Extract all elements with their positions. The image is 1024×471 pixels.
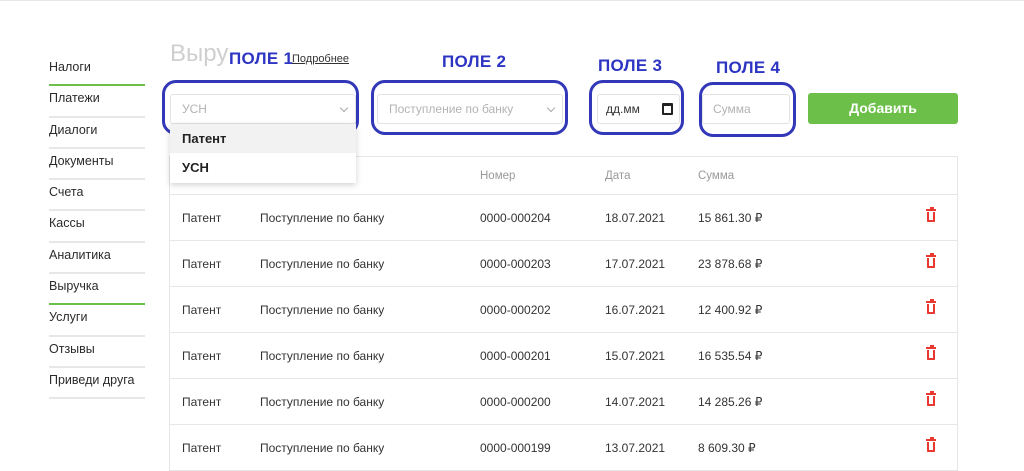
sidebar-item-cashboxes[interactable]: Кассы bbox=[49, 211, 145, 243]
tax-type-dropdown: Патент УСН bbox=[170, 124, 356, 183]
field-4-outline bbox=[699, 82, 796, 137]
cell-operation: Поступление по банку bbox=[260, 257, 385, 271]
revenue-table: Номер Дата Сумма Патент Поступление по б… bbox=[169, 156, 958, 471]
field-3-outline bbox=[589, 80, 684, 135]
dropdown-option-patent[interactable]: Патент bbox=[170, 124, 356, 153]
header-number: Номер bbox=[480, 170, 516, 182]
cell-tax: Патент bbox=[182, 257, 222, 271]
cell-date: 17.07.2021 bbox=[605, 257, 666, 271]
cell-number: 0000-000200 bbox=[480, 395, 551, 409]
top-divider bbox=[0, 0, 1024, 1]
cell-sum: 14 285.26 ₽ bbox=[698, 395, 763, 409]
sidebar-item-payments[interactable]: Платежи bbox=[49, 86, 145, 118]
sidebar-item-dialogs[interactable]: Диалоги bbox=[49, 118, 145, 149]
cell-sum: 16 535.54 ₽ bbox=[698, 349, 763, 363]
cell-date: 14.07.2021 bbox=[605, 395, 666, 409]
sidebar-item-taxes[interactable]: Налоги bbox=[49, 55, 145, 87]
cell-date: 13.07.2021 bbox=[605, 441, 666, 455]
field-3-label: ПОЛЕ 3 bbox=[598, 56, 663, 75]
table-row[interactable]: Патент Поступление по банку 0000-000199 … bbox=[170, 425, 957, 471]
cell-sum: 23 878.68 ₽ bbox=[698, 257, 763, 271]
field-2-label: ПОЛЕ 2 bbox=[442, 52, 507, 71]
cell-sum: 15 861.30 ₽ bbox=[698, 211, 763, 225]
trash-icon[interactable] bbox=[926, 207, 936, 222]
sidebar-item-refer-friend[interactable]: Приведи друга bbox=[49, 368, 145, 400]
cell-date: 15.07.2021 bbox=[605, 349, 666, 363]
sidebar-item-analytics[interactable]: Аналитика bbox=[49, 243, 145, 275]
sidebar-item-documents[interactable]: Документы bbox=[49, 149, 145, 181]
cell-operation: Поступление по банку bbox=[260, 303, 385, 317]
table-row[interactable]: Патент Поступление по банку 0000-000202 … bbox=[170, 287, 957, 333]
cell-tax: Патент bbox=[182, 395, 222, 409]
table-row[interactable]: Патент Поступление по банку 0000-000201 … bbox=[170, 333, 957, 379]
field-1-label: ПОЛЕ 1 bbox=[229, 49, 294, 68]
table-row[interactable]: Патент Поступление по банку 0000-000200 … bbox=[170, 379, 957, 425]
page-title: Выру bbox=[170, 40, 229, 67]
cell-date: 16.07.2021 bbox=[605, 303, 666, 317]
cell-tax: Патент bbox=[182, 303, 222, 317]
sidebar-item-revenue[interactable]: Выручка bbox=[49, 274, 145, 306]
cell-number: 0000-000204 bbox=[480, 211, 551, 225]
header-date: Дата bbox=[605, 170, 631, 182]
sidebar-item-accounts[interactable]: Счета bbox=[49, 180, 145, 212]
header-sum: Сумма bbox=[698, 170, 735, 182]
cell-sum: 8 609.30 ₽ bbox=[698, 441, 756, 455]
field-2-outline bbox=[371, 80, 568, 135]
sidebar-nav: Налоги Платежи Диалоги Документы Счета К… bbox=[49, 55, 145, 400]
cell-date: 18.07.2021 bbox=[605, 211, 666, 225]
cell-sum: 12 400.92 ₽ bbox=[698, 303, 763, 317]
cell-operation: Поступление по банку bbox=[260, 395, 385, 409]
dropdown-option-usn[interactable]: УСН bbox=[170, 153, 356, 182]
trash-icon[interactable] bbox=[926, 391, 936, 406]
sidebar-item-reviews[interactable]: Отзывы bbox=[49, 337, 145, 368]
cell-tax: Патент bbox=[182, 211, 222, 225]
cell-operation: Поступление по банку bbox=[260, 349, 385, 363]
cell-number: 0000-000203 bbox=[480, 257, 551, 271]
add-button[interactable]: Добавить bbox=[808, 93, 958, 124]
trash-icon[interactable] bbox=[926, 253, 936, 268]
cell-operation: Поступление по банку bbox=[260, 211, 385, 225]
trash-icon[interactable] bbox=[926, 299, 936, 314]
trash-icon[interactable] bbox=[926, 437, 936, 452]
table-row[interactable]: Патент Поступление по банку 0000-000203 … bbox=[170, 241, 957, 287]
cell-number: 0000-000201 bbox=[480, 349, 551, 363]
more-link[interactable]: Подробнее bbox=[292, 53, 349, 65]
cell-tax: Патент bbox=[182, 349, 222, 363]
cell-tax: Патент bbox=[182, 441, 222, 455]
cell-number: 0000-000202 bbox=[480, 303, 551, 317]
trash-icon[interactable] bbox=[926, 345, 936, 360]
sidebar-item-services[interactable]: Услуги bbox=[49, 305, 145, 337]
table-row[interactable]: Патент Поступление по банку 0000-000204 … bbox=[170, 195, 957, 241]
cell-number: 0000-000199 bbox=[480, 441, 551, 455]
cell-operation: Поступление по банку bbox=[260, 441, 385, 455]
field-4-label: ПОЛЕ 4 bbox=[716, 58, 781, 77]
